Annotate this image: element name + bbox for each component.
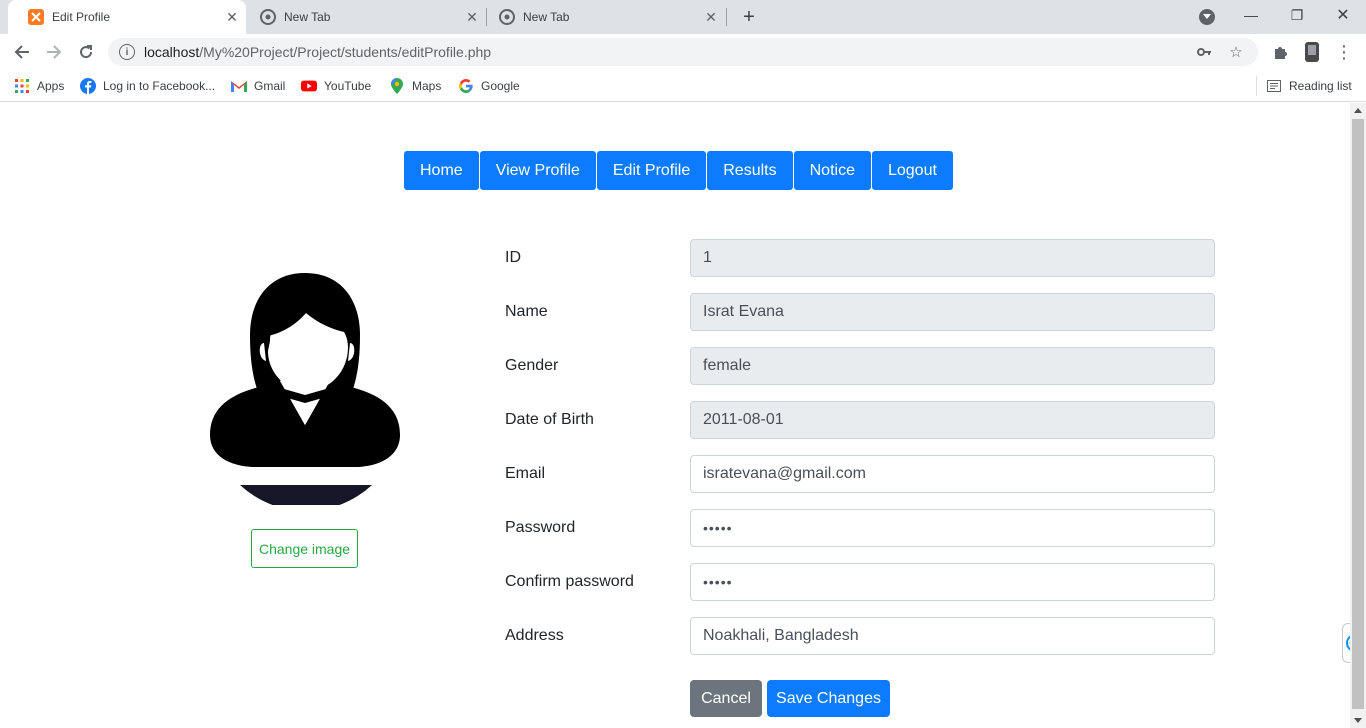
bookmark-maps[interactable]: Maps	[389, 76, 441, 96]
nav-home[interactable]: Home	[404, 151, 479, 190]
new-tab-button[interactable]: +	[737, 5, 761, 29]
confirm-password-label: Confirm password	[505, 573, 634, 590]
bookmarks-divider	[1256, 76, 1257, 96]
tab-search-icon[interactable]	[1199, 9, 1215, 25]
url-text: localhost/My%20Project/Project/students/…	[144, 44, 1194, 60]
forward-icon[interactable]	[42, 40, 66, 64]
back-icon[interactable]	[10, 40, 34, 64]
name-field[interactable]: Israt Evana	[690, 293, 1215, 331]
gender-label: Gender	[505, 357, 559, 374]
profile-avatar-image	[208, 273, 402, 511]
main-nav: Home View Profile Edit Profile Results N…	[404, 151, 954, 190]
form-row-dob: Date of Birth 2011-08-01	[505, 401, 1215, 439]
maps-pin-icon	[389, 78, 405, 94]
key-icon[interactable]	[1194, 42, 1214, 62]
nav-edit-profile[interactable]: Edit Profile	[596, 151, 707, 190]
profile-avatar[interactable]	[1300, 40, 1324, 64]
form-row-id: ID 1	[505, 239, 1215, 277]
tab-title: Edit Profile	[52, 10, 111, 24]
bookmark-facebook[interactable]: Log in to Facebook...	[80, 76, 215, 96]
form-row-confirm-password: Confirm password •••••	[505, 563, 1215, 601]
star-icon[interactable]: ☆	[1226, 42, 1246, 62]
restore-icon[interactable]: ❐	[1274, 0, 1320, 30]
browser-toolbar: i localhost/My%20Project/Project/student…	[0, 34, 1366, 70]
tab-strip: Edit Profile ✕ New Tab ✕ New Tab ✕ + — ❐…	[0, 0, 1366, 34]
nav-notice[interactable]: Notice	[793, 151, 871, 190]
minimize-icon[interactable]: —	[1228, 0, 1274, 30]
bookmark-label: Maps	[412, 79, 442, 93]
id-field[interactable]: 1	[690, 239, 1215, 277]
nav-view-profile[interactable]: View Profile	[479, 151, 596, 190]
id-label: ID	[505, 249, 521, 266]
password-field[interactable]: •••••	[690, 509, 1215, 547]
menu-kebab-icon[interactable]: ⋮	[1332, 40, 1356, 64]
url-host: localhost	[144, 44, 200, 60]
chrome-icon	[499, 9, 515, 25]
dob-label: Date of Birth	[505, 411, 594, 428]
xampp-icon	[28, 9, 44, 25]
email-label: Email	[505, 465, 546, 482]
reading-list-label: Reading list	[1289, 79, 1352, 93]
confirm-password-field[interactable]: •••••	[690, 563, 1215, 601]
bookmark-google[interactable]: Google	[458, 76, 520, 96]
change-image-button[interactable]: Change image	[251, 529, 358, 568]
apps-grid-icon	[14, 78, 30, 94]
nav-logout[interactable]: Logout	[871, 151, 953, 190]
form-row-password: Password •••••	[505, 509, 1215, 547]
bookmark-label: YouTube	[324, 79, 372, 93]
bookmark-label: Google	[481, 79, 520, 93]
reading-list-icon	[1266, 78, 1282, 94]
bookmark-gmail[interactable]: Gmail	[231, 76, 285, 96]
nav-results[interactable]: Results	[707, 151, 793, 190]
address-bar[interactable]: i localhost/My%20Project/Project/student…	[108, 38, 1258, 66]
url-path: /My%20Project/Project/students/editProfi…	[199, 44, 492, 60]
google-icon	[458, 78, 474, 94]
form-row-gender: Gender female	[505, 347, 1215, 385]
scroll-up-icon[interactable]	[1354, 108, 1362, 113]
reading-list-button[interactable]: Reading list	[1266, 76, 1352, 96]
facebook-icon	[80, 78, 96, 94]
close-icon[interactable]: ✕	[464, 9, 480, 25]
vertical-scrollbar[interactable]	[1350, 103, 1366, 728]
address-field[interactable]: Noakhali, Bangladesh	[690, 617, 1215, 655]
tab-separator	[726, 8, 727, 26]
page-viewport: Home View Profile Edit Profile Results N…	[0, 103, 1366, 728]
reload-icon[interactable]	[74, 40, 98, 64]
gender-field[interactable]: female	[690, 347, 1215, 385]
tab-title: New Tab	[523, 10, 570, 24]
name-label: Name	[505, 303, 548, 320]
form-row-address: Address Noakhali, Bangladesh	[505, 617, 1215, 655]
form-row-name: Name Israt Evana	[505, 293, 1215, 331]
window-close-icon[interactable]: ✕	[1320, 0, 1366, 30]
password-label: Password	[505, 519, 576, 536]
close-icon[interactable]: ✕	[224, 9, 240, 25]
scroll-down-icon[interactable]	[1354, 718, 1362, 723]
gmail-icon	[231, 78, 247, 94]
dob-field[interactable]: 2011-08-01	[690, 401, 1215, 439]
bookmark-apps[interactable]: Apps	[14, 76, 64, 96]
cancel-button[interactable]: Cancel	[690, 680, 762, 717]
tab-title: New Tab	[284, 10, 331, 24]
extensions-icon[interactable]	[1268, 40, 1292, 64]
form-row-email: Email isratevana@gmail.com	[505, 455, 1215, 493]
info-icon[interactable]: i	[119, 44, 135, 60]
tab-edit-profile[interactable]: Edit Profile ✕	[8, 0, 246, 34]
bookmark-label: Apps	[37, 79, 65, 93]
bookmarks-bar: Apps Log in to Facebook... Gmail YouTube…	[0, 70, 1366, 102]
close-icon[interactable]: ✕	[703, 9, 719, 25]
email-field[interactable]: isratevana@gmail.com	[690, 455, 1215, 493]
save-changes-button[interactable]: Save Changes	[767, 680, 890, 717]
tab-new-1[interactable]: New Tab ✕	[240, 0, 486, 34]
bookmark-label: Log in to Facebook...	[103, 79, 216, 93]
scrollbar-thumb[interactable]	[1352, 119, 1364, 709]
youtube-icon	[301, 78, 317, 94]
tab-new-2[interactable]: New Tab ✕	[479, 0, 725, 34]
address-label: Address	[505, 627, 564, 644]
bookmark-label: Gmail	[254, 79, 286, 93]
bookmark-youtube[interactable]: YouTube	[301, 76, 371, 96]
chrome-icon	[260, 9, 276, 25]
